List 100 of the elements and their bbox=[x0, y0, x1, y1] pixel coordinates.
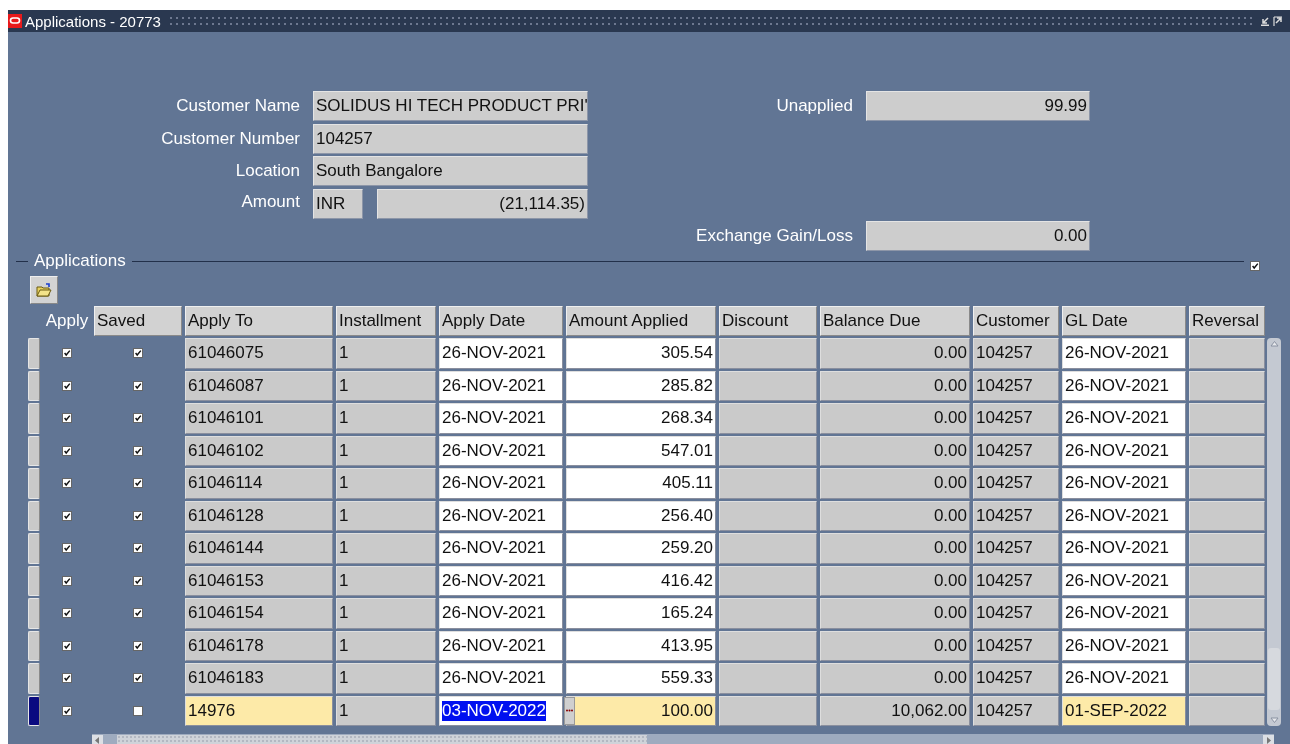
table-cell[interactable]: 285.82 bbox=[566, 370, 716, 401]
checkbox[interactable] bbox=[133, 543, 143, 554]
column-header[interactable]: Reversal bbox=[1189, 306, 1265, 336]
table-cell[interactable]: 26-NOV-2021 bbox=[439, 468, 563, 499]
open-folder-button[interactable] bbox=[30, 276, 58, 304]
table-cell[interactable]: 547.01 bbox=[566, 435, 716, 466]
table-cell[interactable]: 26-NOV-2021 bbox=[1062, 565, 1186, 596]
table-cell[interactable]: 26-NOV-2021 bbox=[439, 370, 563, 401]
checkbox[interactable] bbox=[133, 575, 143, 586]
table-cell[interactable]: 559.33 bbox=[566, 663, 716, 694]
checkbox[interactable] bbox=[133, 705, 143, 716]
checkbox[interactable] bbox=[133, 413, 143, 424]
column-header[interactable]: Apply To bbox=[185, 306, 333, 336]
ellipsis-icon bbox=[566, 709, 573, 713]
checkbox[interactable] bbox=[62, 705, 72, 716]
table-cell: 0.00 bbox=[820, 598, 970, 629]
checkbox[interactable] bbox=[133, 478, 143, 489]
table-cell[interactable]: 26-NOV-2021 bbox=[439, 598, 563, 629]
table-cell[interactable]: 26-NOV-2021 bbox=[439, 565, 563, 596]
column-header[interactable]: Apply Date bbox=[439, 306, 563, 336]
table-cell[interactable]: 26-NOV-2021 bbox=[439, 630, 563, 661]
checkbox[interactable] bbox=[1250, 260, 1260, 271]
table-cell: 104257 bbox=[973, 695, 1059, 726]
table-cell[interactable]: 26-NOV-2021 bbox=[1062, 533, 1186, 564]
table-cell[interactable]: 268.34 bbox=[566, 403, 716, 434]
table-cell[interactable]: 26-NOV-2021 bbox=[439, 403, 563, 434]
table-cell: 61046114 bbox=[185, 468, 333, 499]
checkbox[interactable] bbox=[133, 510, 143, 521]
checkbox[interactable] bbox=[62, 640, 72, 651]
text-field[interactable]: INR bbox=[313, 188, 363, 219]
text-field[interactable]: 104257 bbox=[313, 123, 588, 154]
vertical-scrollbar[interactable] bbox=[1267, 338, 1281, 726]
checkbox[interactable] bbox=[62, 413, 72, 424]
table-cell[interactable]: 26-NOV-2021 bbox=[1062, 435, 1186, 466]
table-cell[interactable]: 26-NOV-2021 bbox=[1062, 370, 1186, 401]
table-cell[interactable]: 26-NOV-2021 bbox=[1062, 663, 1186, 694]
text-field[interactable]: (21,114.35) bbox=[377, 188, 588, 219]
table-cell[interactable]: 405.11 bbox=[566, 468, 716, 499]
minimize-icon[interactable] bbox=[1260, 16, 1270, 26]
table-cell: 104257 bbox=[973, 598, 1059, 629]
scroll-thumb[interactable] bbox=[117, 735, 647, 744]
column-header[interactable]: Balance Due bbox=[820, 306, 970, 336]
table-cell: 61046101 bbox=[185, 403, 333, 434]
checkbox[interactable] bbox=[62, 348, 72, 359]
table-cell[interactable]: 26-NOV-2021 bbox=[1062, 468, 1186, 499]
text-field[interactable]: 99.99 bbox=[866, 91, 1090, 121]
maximize-icon[interactable] bbox=[1273, 16, 1283, 26]
table-cell[interactable]: 26-NOV-2021 bbox=[439, 435, 563, 466]
column-header[interactable]: Installment bbox=[336, 306, 436, 336]
table-cell[interactable]: 256.40 bbox=[566, 500, 716, 531]
column-header[interactable]: Discount bbox=[719, 306, 817, 336]
column-header[interactable]: Saved bbox=[94, 306, 182, 336]
scroll-thumb[interactable] bbox=[1268, 648, 1280, 710]
row-indicator[interactable] bbox=[28, 695, 40, 726]
list-of-values-button[interactable] bbox=[564, 696, 575, 725]
table-cell: 1 bbox=[336, 500, 436, 531]
table-cell: 1 bbox=[336, 533, 436, 564]
checkbox[interactable] bbox=[133, 380, 143, 391]
text-field[interactable]: SOLIDUS HI TECH PRODUCT PRI' bbox=[313, 91, 588, 121]
checkbox[interactable] bbox=[62, 380, 72, 391]
table-cell: 61046154 bbox=[185, 598, 333, 629]
table-cell[interactable]: 26-NOV-2021 bbox=[439, 533, 563, 564]
checkbox[interactable] bbox=[62, 543, 72, 554]
checkbox[interactable] bbox=[133, 348, 143, 359]
column-header[interactable]: GL Date bbox=[1062, 306, 1186, 336]
text-field[interactable]: South Bangalore bbox=[313, 156, 588, 186]
checkbox[interactable] bbox=[133, 608, 143, 619]
table-cell[interactable]: 413.95 bbox=[566, 630, 716, 661]
table-cell: 1 bbox=[336, 565, 436, 596]
checkbox[interactable] bbox=[62, 445, 72, 456]
horizontal-scrollbar[interactable] bbox=[92, 734, 1274, 744]
checkbox[interactable] bbox=[133, 445, 143, 456]
table-cell[interactable]: 26-NOV-2021 bbox=[1062, 500, 1186, 531]
checkbox[interactable] bbox=[62, 575, 72, 586]
table-cell[interactable]: 416.42 bbox=[566, 565, 716, 596]
checkbox[interactable] bbox=[133, 673, 143, 684]
table-cell[interactable]: 26-NOV-2021 bbox=[439, 338, 563, 369]
table-cell[interactable]: 26-NOV-2021 bbox=[439, 500, 563, 531]
checkbox[interactable] bbox=[62, 608, 72, 619]
table-cell[interactable]: 100.00 bbox=[566, 695, 716, 726]
checkbox[interactable] bbox=[62, 510, 72, 521]
table-cell[interactable]: 26-NOV-2021 bbox=[1062, 630, 1186, 661]
table-cell[interactable]: 305.54 bbox=[566, 338, 716, 369]
table-cell[interactable]: 01-SEP-2022 bbox=[1062, 695, 1186, 726]
checkbox[interactable] bbox=[62, 478, 72, 489]
table-cell: 104257 bbox=[973, 630, 1059, 661]
text-field[interactable]: 0.00 bbox=[866, 221, 1090, 251]
column-header[interactable]: Customer bbox=[973, 306, 1059, 336]
table-cell[interactable]: 26-NOV-2021 bbox=[1062, 598, 1186, 629]
checkbox[interactable] bbox=[62, 673, 72, 684]
table-cell: 61046153 bbox=[185, 565, 333, 596]
table-cell[interactable]: 26-NOV-2021 bbox=[1062, 403, 1186, 434]
table-cell[interactable]: 26-NOV-2021 bbox=[1062, 338, 1186, 369]
column-header[interactable]: Amount Applied bbox=[566, 306, 716, 336]
checkbox[interactable] bbox=[133, 640, 143, 651]
table-cell: 0.00 bbox=[820, 630, 970, 661]
table-cell[interactable]: 26-NOV-2021 bbox=[439, 663, 563, 694]
table-cell[interactable]: 259.20 bbox=[566, 533, 716, 564]
table-cell[interactable]: 165.24 bbox=[566, 598, 716, 629]
field-label: Customer Name bbox=[175, 96, 300, 116]
